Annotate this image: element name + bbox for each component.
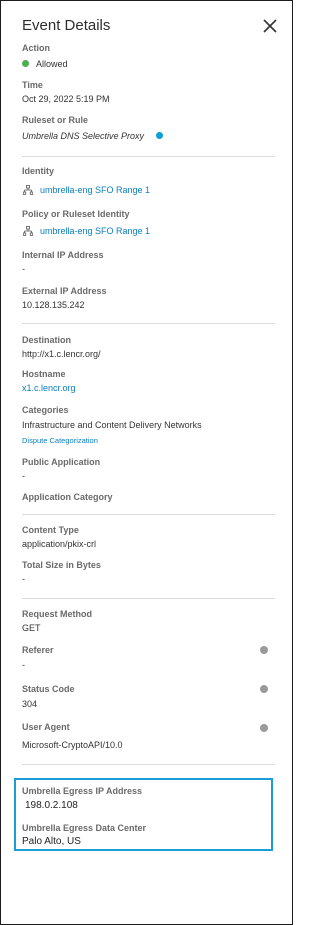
application-category-label: Application Category: [22, 492, 113, 502]
egress-ip-value: 198.0.2.108: [25, 800, 78, 811]
info-dot-icon[interactable]: [156, 132, 163, 139]
dispute-categorization-link[interactable]: Dispute Categorization: [22, 436, 98, 445]
egress-ip-label: Umbrella Egress IP Address: [22, 786, 143, 796]
categories-label: Categories: [22, 405, 69, 415]
total-size-value: -: [22, 574, 25, 584]
external-ip-value: 10.128.135.242: [22, 300, 85, 310]
referer-value: -: [22, 660, 25, 670]
categories-value: Infrastructure and Content Delivery Netw…: [22, 420, 202, 430]
status-code-value: 304: [22, 699, 38, 709]
status-code-label: Status Code: [22, 684, 75, 694]
info-dot-icon[interactable]: [260, 724, 268, 732]
identity-link[interactable]: umbrella-eng SFO Range 1: [40, 185, 150, 195]
info-dot-icon[interactable]: [260, 685, 268, 693]
policy-identity-label: Policy or Ruleset Identity: [22, 209, 130, 219]
close-icon[interactable]: [261, 17, 279, 35]
time-value: Oct 29, 2022 5:19 PM: [22, 94, 110, 104]
time-label: Time: [22, 80, 43, 90]
info-dot-icon[interactable]: [260, 646, 268, 654]
referer-label: Referer: [22, 645, 54, 655]
internal-ip-value: -: [22, 264, 25, 274]
panel-title: Event Details: [22, 17, 111, 34]
network-icon: [23, 185, 33, 195]
public-application-value: -: [22, 471, 25, 481]
content-type-label: Content Type: [22, 525, 79, 535]
content-type-value: application/pkix-crl: [22, 539, 97, 549]
internal-ip-label: Internal IP Address: [22, 250, 104, 260]
policy-identity-link[interactable]: umbrella-eng SFO Range 1: [40, 226, 150, 236]
identity-label: Identity: [22, 166, 55, 176]
ruleset-value: Umbrella DNS Selective Proxy: [22, 131, 145, 141]
divider: [22, 598, 275, 599]
request-method-label: Request Method: [22, 609, 93, 619]
status-dot-icon: [22, 60, 29, 67]
external-ip-label: External IP Address: [22, 286, 107, 296]
network-icon: [23, 226, 33, 236]
action-value: Allowed: [36, 59, 68, 69]
request-method-value: GET: [22, 623, 41, 633]
hostname-label: Hostname: [22, 369, 66, 379]
egress-dc-label: Umbrella Egress Data Center: [22, 823, 147, 833]
destination-value: http://x1.c.lencr.org/: [22, 349, 101, 359]
hostname-link[interactable]: x1.c.lencr.org: [22, 383, 76, 393]
egress-dc-value: Palo Alto, US: [22, 836, 81, 847]
event-details-panel: Event Details Action Allowed Time Oct 29…: [0, 0, 293, 925]
divider: [22, 514, 275, 515]
divider: [22, 156, 275, 157]
total-size-label: Total Size in Bytes: [22, 560, 101, 570]
ruleset-label: Ruleset or Rule: [22, 115, 89, 125]
public-application-label: Public Application: [22, 457, 101, 467]
action-label: Action: [22, 43, 50, 53]
divider: [22, 764, 275, 765]
user-agent-label: User Agent: [22, 722, 70, 732]
destination-label: Destination: [22, 335, 72, 345]
divider: [22, 323, 275, 324]
user-agent-value: Microsoft-CryptoAPI/10.0: [22, 740, 123, 750]
